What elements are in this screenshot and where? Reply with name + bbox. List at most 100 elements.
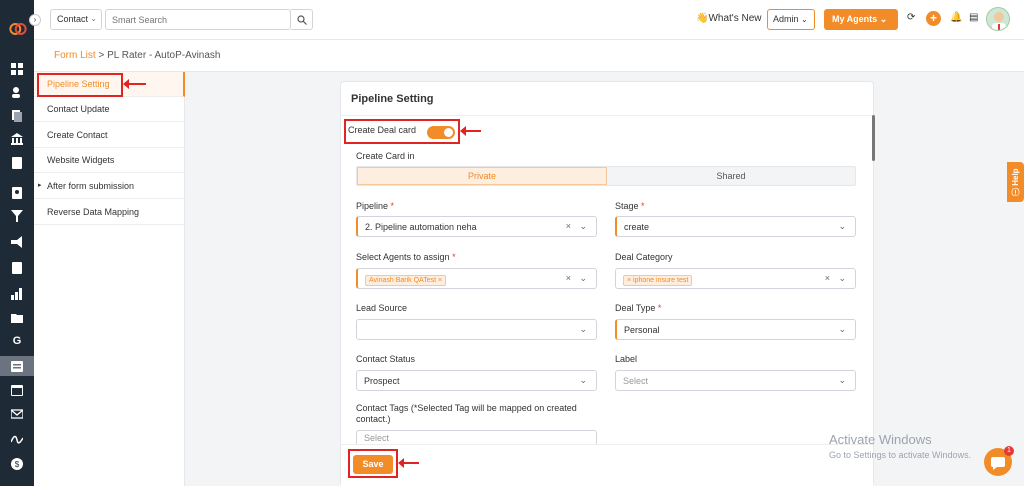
megaphone-icon[interactable] [0,232,34,252]
user-avatar-icon [992,12,1006,30]
icon-rail: › G $ [0,0,41,486]
clear-and-chevron-icon[interactable]: × ⌄ [566,273,590,284]
chevron-down-icon: ⌄ [838,221,849,231]
bell-icon[interactable]: 🔔 [950,12,962,23]
annotation-arrow-icon [123,79,146,89]
chevron-down-icon: ⌄ [579,324,590,334]
breadcrumb-separator: > [98,50,105,61]
card-title: Pipeline Setting [351,93,434,105]
agents-multiselect[interactable]: Avinash Barik QATest × × ⌄ [356,268,597,289]
contact-status-select[interactable]: Prospect ⌄ [356,370,597,391]
contact-status-label: Contact Status [356,354,416,364]
my-agents-label: My Agents [832,14,878,24]
contacts-icon[interactable] [0,82,34,102]
menu-item-website-widgets[interactable]: Website Widgets [34,148,185,173]
documents-icon[interactable] [0,106,34,126]
create-card-in-segment: Private Shared [356,166,856,186]
deal-type-label: Deal Type * [615,303,661,313]
rail-expand-icon[interactable]: › [29,14,41,26]
divider [341,115,873,116]
admin-label: Admin [773,14,799,24]
notebook-icon[interactable] [0,153,34,173]
lead-source-label: Lead Source [356,303,408,313]
list-icon[interactable] [0,258,34,278]
breadcrumb: Form List > PL Rater - AutoP-Avinash [34,40,1024,72]
label-field-label: Label [615,354,638,364]
menu-item-after-form-submission[interactable]: ▸ After form submission [34,174,185,199]
annotation-arrow-icon [460,126,481,136]
watermark-line1: Activate Windows [829,432,932,447]
contact-card-icon[interactable] [0,183,34,203]
breadcrumb-form-list-link[interactable]: Form List [54,50,96,61]
deal-type-value: Personal [624,325,660,335]
svg-text:$: $ [15,460,20,469]
deal-category-chip[interactable]: × iphone insure test [623,275,693,286]
whats-new-link[interactable]: 👋What's New [696,13,762,24]
my-agents-button[interactable]: My Agents ⌄ [824,9,898,30]
refresh-icon[interactable]: ⟳ [907,12,915,23]
segment-private[interactable]: Private [357,167,607,185]
bank-icon[interactable] [0,129,34,149]
google-icon[interactable]: G [0,331,34,351]
pipeline-label-text: Pipeline [356,201,389,211]
deal-type-select[interactable]: Personal ⌄ [615,319,856,340]
entity-select[interactable]: Contact ⌄ [50,9,102,30]
agent-chip[interactable]: Avinash Barik QATest × [365,275,447,286]
stage-select[interactable]: create ⌄ [615,216,856,237]
stage-value: create [624,222,650,232]
label-placeholder: Select [623,376,649,386]
menu-item-contact-update[interactable]: Contact Update [34,97,185,122]
label-select[interactable]: Select ⌄ [615,370,856,391]
clear-and-chevron-icon[interactable]: × ⌄ [566,221,590,232]
folder-icon[interactable] [0,308,34,328]
billing-icon[interactable]: $ [0,454,34,474]
stage-label: Stage * [615,201,645,211]
help-label: Help [1011,168,1020,186]
help-tab[interactable]: ⓘ Help [1007,162,1024,202]
dashboard-icon[interactable] [0,59,34,79]
caret-right-icon: ▸ [38,182,42,189]
contact-tags-label: Contact Tags (*Selected Tag will be mapp… [356,403,577,424]
deal-category-chip-label: iphone insure test [633,277,689,284]
admin-dropdown[interactable]: Admin ⌄ [767,9,815,30]
deal-category-multiselect[interactable]: × iphone insure test × ⌄ [615,268,856,289]
card-footer [341,444,873,486]
agents-label: Select Agents to assign * [356,252,456,262]
contact-tags-placeholder: Select [364,433,390,443]
help-icon: ⓘ [1011,185,1020,196]
menu-item-reverse-data-mapping[interactable]: Reverse Data Mapping [34,200,185,225]
add-icon[interactable]: + [926,11,941,26]
deal-category-label: Deal Category [615,252,673,262]
scrollbar[interactable] [872,115,875,161]
annotation-box [344,119,460,144]
breadcrumb-current: PL Rater - AutoP-Avinash [107,50,221,61]
lead-source-select[interactable]: ⌄ [356,319,597,340]
required-marker: * [452,252,456,262]
menu-item-create-contact[interactable]: Create Contact [34,123,185,148]
chevron-down-icon: ⌄ [879,14,888,24]
avatar[interactable] [986,7,1010,31]
segment-shared[interactable]: Shared [607,167,855,185]
annotation-arrow-icon [398,458,419,468]
contact-status-value: Prospect [364,376,400,386]
chevron-down-icon: ⌄ [838,375,849,385]
analytics-icon[interactable] [0,284,34,304]
search-button[interactable] [291,9,313,30]
chevron-down-icon: ⌄ [838,324,849,334]
brand-logo-icon[interactable] [9,20,27,38]
mail-icon[interactable] [0,404,34,424]
smart-search-input[interactable] [105,9,291,30]
chevron-down-icon: ⌄ [579,375,590,385]
signature-icon[interactable] [0,429,34,449]
notes-icon[interactable]: ▤ [969,12,978,23]
top-bar: Contact⌄ 👋What's New Admin ⌄ My Agents ⌄… [34,0,1024,40]
funnel-icon[interactable] [0,206,34,226]
calendar-icon[interactable] [0,380,34,400]
agent-chip-label: Avinash Barik QATest [369,277,437,284]
menu-item-label: After form submission [47,181,135,191]
forms-icon[interactable] [0,356,34,376]
clear-and-chevron-icon[interactable]: × ⌄ [825,273,849,284]
contact-tags-select[interactable]: Select [356,430,597,444]
chat-button[interactable]: 1 [984,446,1014,476]
pipeline-select[interactable]: 2. Pipeline automation neha × ⌄ [356,216,597,237]
